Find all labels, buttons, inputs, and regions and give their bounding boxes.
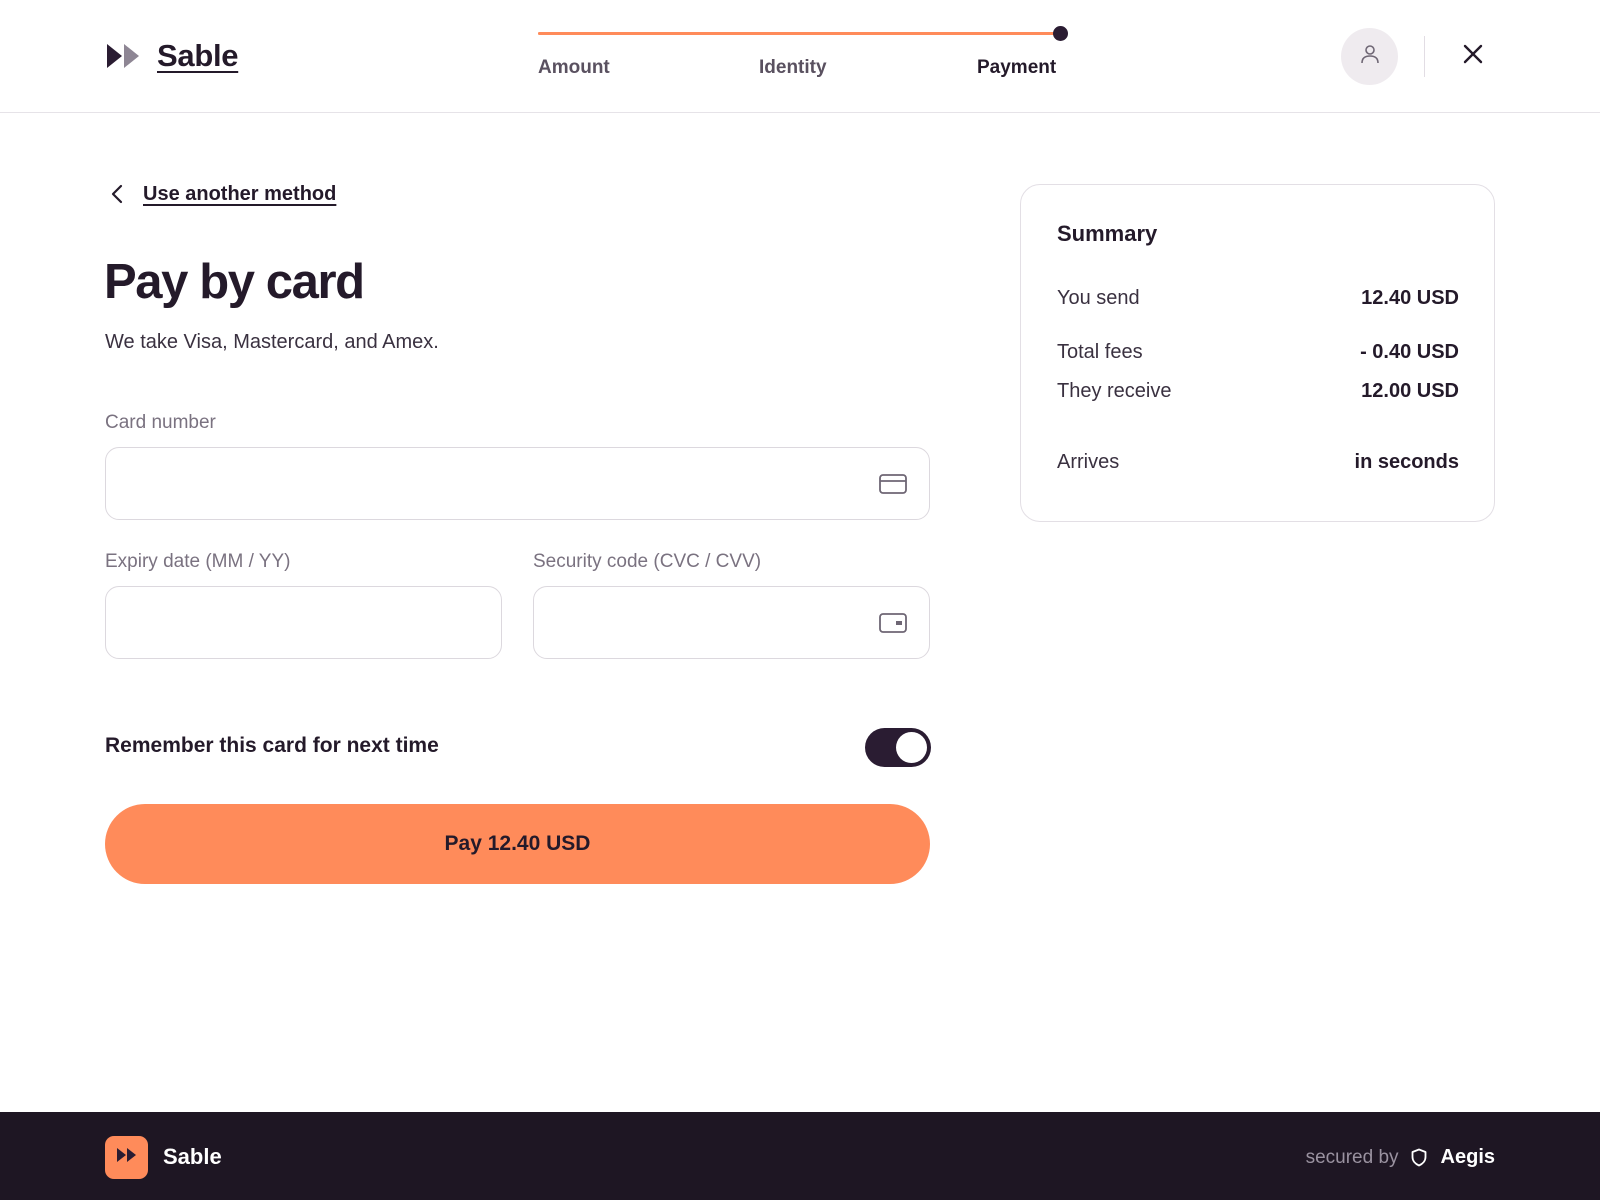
security-brand-name: Aegis [1440,1146,1495,1168]
close-button[interactable] [1455,38,1491,74]
fast-forward-icon [105,42,141,70]
card-number-field[interactable] [105,447,930,520]
page-subtitle: We take Visa, Mastercard, and Amex. [105,331,439,353]
footer: Sable secured by Aegis [0,1112,1600,1200]
stepper-fill [538,32,1060,35]
summary-value: in seconds [1354,451,1459,473]
progress-stepper: Amount Identity Payment [538,24,1068,84]
close-icon [1462,43,1484,70]
secured-by-label: secured by [1305,1146,1399,1168]
summary-row-they-receive: They receive 12.00 USD [1057,380,1459,403]
summary-value: 12.40 USD [1361,287,1459,309]
summary-key: Total fees [1057,341,1143,363]
shield-icon [1411,1148,1429,1168]
secured-by-badge: secured by Aegis [1306,1146,1495,1169]
top-header: Sable Amount Identity Payment [0,0,1600,113]
credit-card-icon [878,472,908,496]
step-identity[interactable]: Identity [759,57,827,79]
security-code-field[interactable] [533,586,930,659]
chevron-left-icon [105,182,129,206]
security-code-label: Security code (CVC / CVV) [533,551,762,572]
account-avatar-button[interactable] [1341,28,1398,85]
step-payment[interactable]: Payment [977,57,1056,79]
brand[interactable]: Sable [105,38,239,74]
page-title: Pay by card [104,255,365,309]
summary-card: Summary You send 12.40 USD Total fees - … [1020,184,1495,522]
header-divider [1424,36,1425,77]
remember-card-label: Remember this card for next time [105,734,439,757]
expiry-date-label: Expiry date (MM / YY) [105,551,291,572]
summary-value: 12.00 USD [1361,380,1459,402]
card-number-label: Card number [105,412,216,433]
summary-key: Arrives [1057,451,1120,473]
expiry-date-input[interactable] [106,587,501,658]
card-number-input[interactable] [106,448,929,519]
summary-key: You send [1057,287,1140,309]
brand-name: Sable [157,38,239,73]
toggle-knob [896,732,927,763]
summary-row-arrives: Arrives in seconds [1057,451,1459,474]
fast-forward-icon [116,1147,138,1168]
use-another-method-link[interactable]: Use another method [105,182,336,206]
back-link-label: Use another method [143,182,337,205]
footer-brand-name: Sable [163,1144,222,1169]
summary-row-total-fees: Total fees - 0.40 USD [1057,341,1459,364]
user-icon [1358,42,1382,71]
security-code-input[interactable] [534,587,929,658]
summary-value: - 0.40 USD [1360,341,1459,363]
summary-key: They receive [1057,380,1172,402]
stepper-current-dot [1053,26,1068,41]
expiry-date-field[interactable] [105,586,502,659]
remember-card-toggle[interactable] [865,728,931,767]
step-amount[interactable]: Amount [538,57,610,79]
pay-button[interactable]: Pay 12.40 USD [105,804,930,884]
card-back-icon [878,611,908,635]
summary-row-you-send: You send 12.40 USD [1057,287,1459,310]
footer-logo [105,1136,148,1179]
summary-title: Summary [1057,221,1158,246]
